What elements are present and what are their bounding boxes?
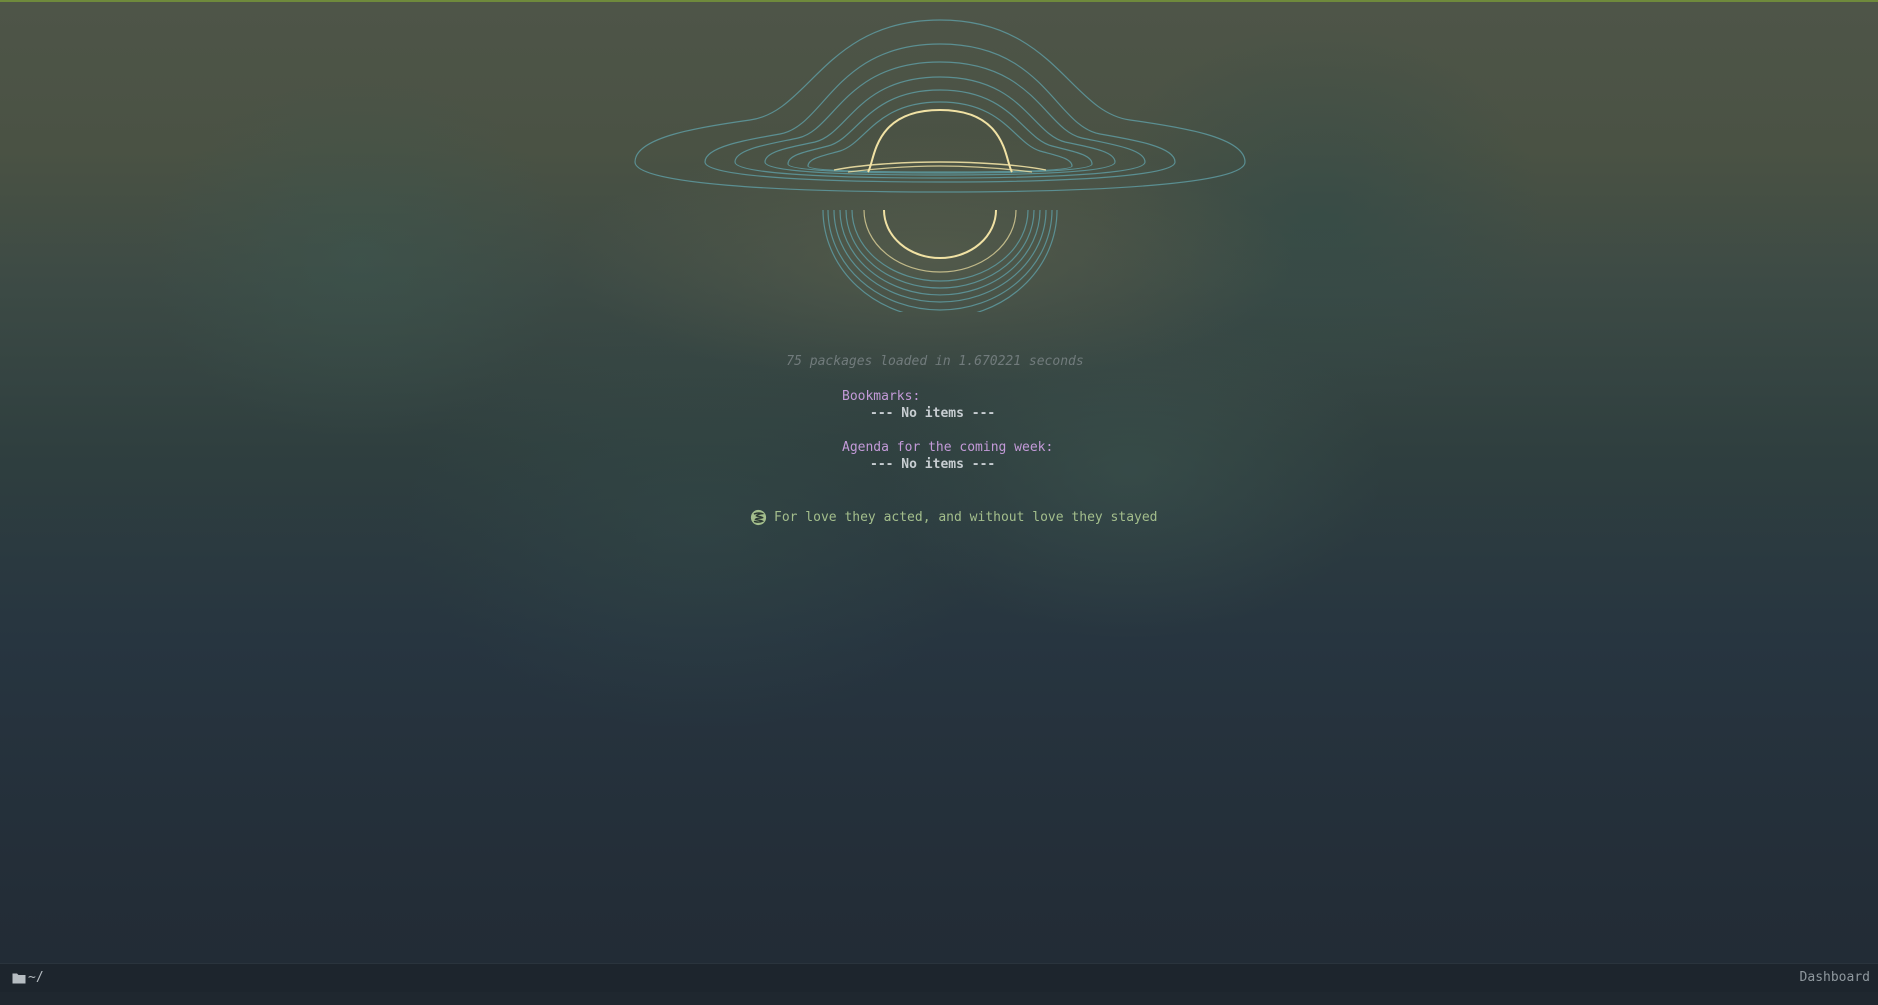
- dashboard-footer: For love they acted, and without love th…: [750, 509, 1158, 526]
- load-time-message: 75 packages loaded in 1.670221 seconds: [786, 354, 1084, 369]
- emacs-frame: 75 packages loaded in 1.670221 seconds B…: [0, 0, 1878, 1005]
- mode-line-path: ~/: [28, 970, 44, 985]
- folder-icon: [12, 973, 26, 983]
- bookmarks-empty-text: --- No items ---: [870, 406, 996, 421]
- agenda-empty-text: --- No items ---: [870, 457, 996, 472]
- mode-line: ~/ Dashboard: [0, 963, 1878, 992]
- footer-quote: For love they acted, and without love th…: [774, 510, 1158, 525]
- minibuffer[interactable]: [0, 992, 1878, 1005]
- bookmarks-heading[interactable]: Bookmarks:: [842, 388, 920, 405]
- agenda-heading[interactable]: Agenda for the coming week:: [842, 439, 1053, 456]
- mode-line-buffer-name: Dashboard: [1799, 970, 1870, 985]
- black-hole-banner: [634, 19, 1246, 312]
- window-top-border: [0, 0, 1878, 2]
- mode-line-directory: ~/: [12, 970, 44, 985]
- emacs-logo-icon: [750, 509, 767, 526]
